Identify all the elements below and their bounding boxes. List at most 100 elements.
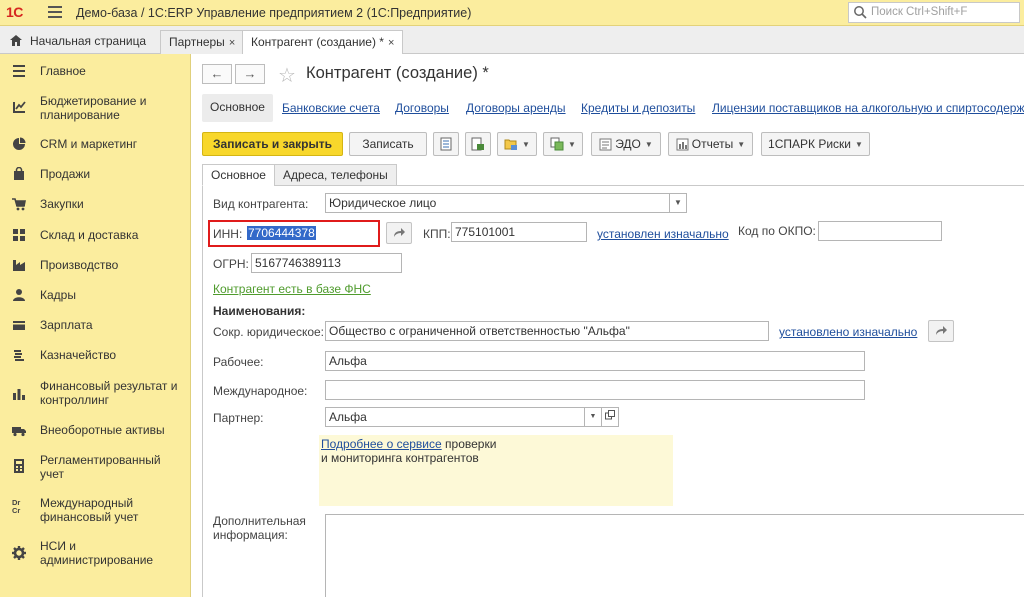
redo-arrow-icon (936, 326, 947, 335)
partner-dropdown-button[interactable]: ▼ (584, 407, 602, 427)
dr-cr-icon: Dr Cr (12, 498, 21, 515)
fns-database-link[interactable]: Контрагент есть в базе ФНС (213, 282, 371, 296)
tab-partners[interactable]: Партнеры × (160, 30, 245, 54)
nav-link-loans[interactable]: Кредиты и депозиты (581, 101, 695, 115)
search-placeholder: Поиск Ctrl+Shift+F (871, 6, 968, 18)
intl-name-field[interactable] (325, 380, 865, 400)
kpp-status-link[interactable]: установлен изначально (597, 227, 729, 241)
bar-chart-icon (13, 389, 25, 400)
ogrn-label: ОГРН: (213, 257, 249, 271)
short-name-status-link[interactable]: установлено изначально (779, 325, 917, 339)
okpo-field[interactable] (818, 221, 942, 241)
edo-icon (599, 138, 612, 151)
fill-short-name-button[interactable] (928, 320, 954, 342)
names-header: Наименования: (213, 304, 306, 318)
ogrn-field[interactable]: 5167746389113 (251, 253, 402, 273)
forward-button[interactable]: → (235, 64, 265, 84)
additional-info-label: Дополнительная информация: (213, 514, 306, 542)
search-field[interactable]: Поиск Ctrl+Shift+F (848, 2, 1020, 23)
sections-sidebar: Главное Бюджетирование и планирование CR… (0, 54, 191, 597)
kpp-field[interactable]: 775101001 (451, 222, 587, 242)
inn-field[interactable]: 7706444378 (243, 223, 377, 243)
chevron-down-icon[interactable]: ▼ (669, 193, 687, 213)
work-name-field[interactable]: Альфа (325, 351, 865, 371)
counterparty-type-field[interactable]: Юридическое лицо (325, 193, 670, 213)
command-bar: Записать и закрыть Записать ▼ ▼ ЭДО ▼ Отч… (192, 132, 1024, 158)
service-info-link[interactable]: Подробнее о сервисе (321, 437, 442, 451)
reports-icon (676, 138, 689, 151)
back-button[interactable]: ← (202, 64, 232, 84)
fill-by-inn-button[interactable] (386, 222, 412, 244)
person-icon (13, 289, 25, 301)
close-icon[interactable]: × (388, 37, 394, 49)
sidebar-item-label: Продажи (40, 167, 91, 181)
main-menu-icon[interactable] (48, 6, 62, 18)
spark-label: 1СПАРК Риски (768, 137, 852, 151)
edo-button[interactable]: ЭДО ▼ (591, 132, 661, 156)
sidebar-item-label: Казначейство (40, 348, 117, 362)
reports-label: Отчеты (691, 137, 734, 151)
tab-home[interactable]: Начальная страница (4, 30, 156, 54)
sidebar-item-label: Регламентированный учет (40, 453, 161, 481)
save-button[interactable]: Записать (349, 132, 427, 156)
tab-counterparty[interactable]: Контрагент (создание) * × (242, 30, 404, 55)
nav-link-licenses[interactable]: Лицензии поставщиков на алкогольную и сп… (712, 101, 1024, 115)
document-list-button[interactable] (433, 132, 459, 156)
close-icon[interactable]: × (229, 37, 235, 49)
dropdown-arrow-icon: ▼ (644, 140, 653, 149)
save-and-close-button[interactable]: Записать и закрыть (202, 132, 343, 156)
tab-addresses-phones[interactable]: Адреса, телефоны (274, 164, 397, 186)
truck-icon (12, 427, 26, 437)
form-border (202, 186, 203, 597)
title-bar: 1С Демо-база / 1С:ERP Управление предпри… (0, 0, 1024, 26)
dropdown-arrow-icon: ▼ (737, 140, 746, 149)
favorite-star-icon[interactable]: ☆ (278, 63, 296, 88)
tab-counterparty-label: Контрагент (создание) * (251, 35, 384, 49)
tab-home-label: Начальная страница (30, 34, 147, 48)
app-title: Демо-база / 1С:ERP Управление предприяти… (76, 6, 472, 20)
sidebar-item-label: Бюджетирование и планирование (40, 94, 147, 122)
attach-button[interactable] (465, 132, 491, 156)
reports-button[interactable]: Отчеты ▼ (668, 132, 753, 156)
partner-open-button[interactable] (601, 407, 619, 427)
partner-field[interactable]: Альфа (325, 407, 585, 427)
home-icon (10, 35, 22, 46)
redo-arrow-icon (394, 228, 405, 237)
short-name-field[interactable]: Общество с ограниченной ответственностью… (325, 321, 769, 341)
menu-lines-icon (13, 65, 25, 77)
sidebar-item-label: Закупки (40, 197, 84, 211)
wallet-icon (13, 321, 25, 330)
nav-link-lease-contracts[interactable]: Договоры аренды (466, 101, 566, 115)
related-docs-button[interactable]: ▼ (543, 132, 583, 156)
tab-main[interactable]: Основное (202, 164, 275, 186)
shopping-bag-icon (14, 167, 24, 180)
chevron-down-icon: ▼ (589, 413, 597, 420)
edo-label: ЭДО (615, 137, 641, 151)
form-area: ← → ☆ Контрагент (создание) * Основное Б… (192, 54, 1024, 597)
create-based-on-button[interactable]: ▼ (497, 132, 537, 156)
document-attach-icon (471, 137, 484, 151)
inn-label: ИНН: (213, 227, 243, 241)
work-name-label: Рабочее: (213, 355, 264, 369)
additional-info-field[interactable] (325, 514, 1024, 597)
nav-link-main[interactable]: Основное (202, 94, 273, 122)
sidebar-item-label: Главное (40, 64, 86, 78)
spark-risks-button[interactable]: 1СПАРК Риски ▼ (761, 132, 870, 156)
dropdown-arrow-icon: ▼ (522, 140, 530, 149)
open-tabs-bar: Начальная страница Партнеры × Контрагент … (0, 26, 1024, 55)
inn-value: 7706444378 (247, 226, 316, 240)
gear-icon (12, 546, 26, 560)
app-logo: 1С (6, 4, 23, 20)
sidebar-item-label: CRM и маркетинг (40, 137, 138, 151)
sidebar-item-label: Склад и доставка (40, 228, 139, 242)
partner-label: Партнер: (213, 411, 264, 425)
service-info-text-2: и мониторинга контрагентов (321, 451, 479, 465)
sidebar-item-label: НСИ и администрирование (40, 539, 154, 567)
coins-icon (14, 350, 24, 361)
sidebar-item-label: Зарплата (40, 318, 93, 332)
document-list-icon (440, 137, 452, 151)
nav-link-bank-accounts[interactable]: Банковские счета (282, 101, 380, 115)
inner-tabs: Основное Адреса, телефоны (202, 164, 1024, 186)
calculator-icon (14, 459, 24, 473)
nav-link-contracts[interactable]: Договоры (395, 101, 449, 115)
